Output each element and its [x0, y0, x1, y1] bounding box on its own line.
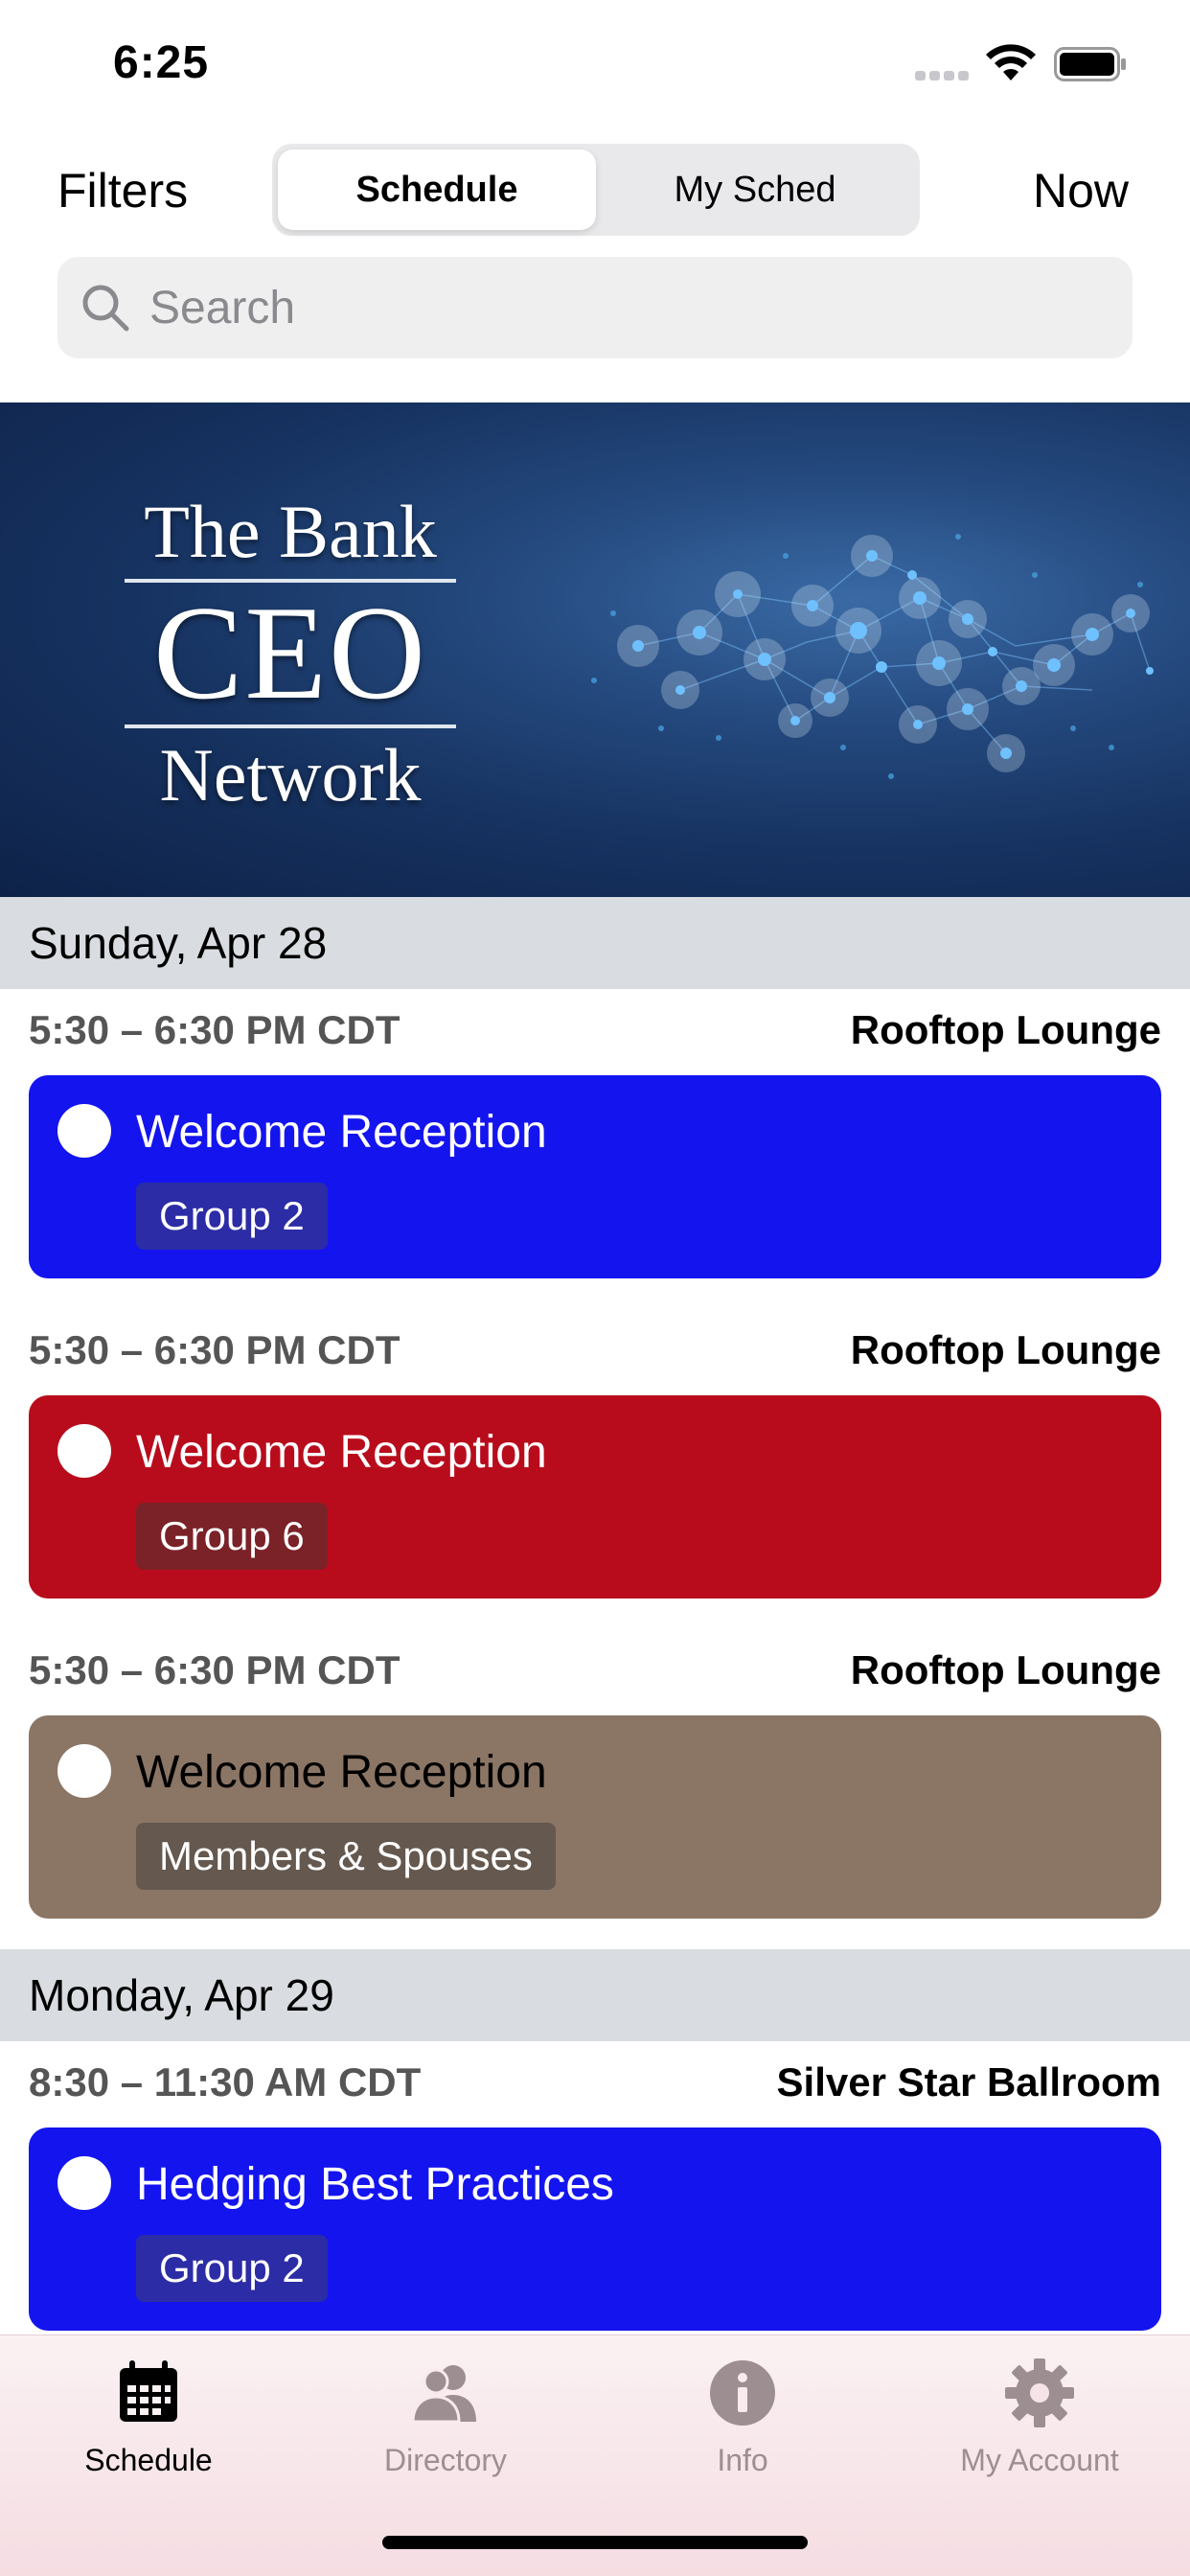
event-time: 8:30 – 11:30 AM CDT — [29, 2059, 422, 2104]
home-indicator[interactable] — [382, 2536, 808, 2549]
event-card[interactable]: Hedging Best Practices Group 2 — [29, 2128, 1161, 2331]
gear-icon — [1005, 2358, 1074, 2427]
event-card[interactable]: Welcome Reception Group 2 — [29, 1075, 1161, 1278]
event-room: Rooftop Lounge — [850, 1007, 1161, 1052]
people-icon — [411, 2365, 476, 2424]
event-title: Welcome Reception — [136, 1747, 547, 1798]
search-placeholder: Search — [149, 282, 296, 334]
event-card[interactable]: Welcome Reception Members & Spouses — [29, 1715, 1161, 1919]
day-header: Monday, Apr 29 — [0, 1949, 1190, 2041]
logo-line-bottom: Network — [159, 733, 422, 816]
event-room: Rooftop Lounge — [850, 1327, 1161, 1372]
network-graphic — [591, 534, 1154, 779]
tab-schedule[interactable]: Schedule — [0, 2357, 297, 2491]
battery-icon — [1054, 47, 1126, 81]
event-time: 5:30 – 6:30 PM CDT — [29, 1007, 400, 1052]
wifi-icon — [986, 44, 1036, 80]
event-time: 5:30 – 6:30 PM CDT — [29, 1647, 400, 1692]
schedule-list[interactable]: Sunday, Apr 28 5:30 – 6:30 PM CDT Roofto… — [0, 897, 1190, 2334]
segment-schedule[interactable]: Schedule — [278, 150, 596, 230]
event-group-tag: Group 2 — [136, 2235, 328, 2302]
event-time-row: 5:30 – 6:30 PM CDT Rooftop Lounge — [0, 1309, 1190, 1392]
add-to-schedule-toggle[interactable] — [57, 2156, 111, 2210]
event-banner: The Bank CEO Network — [0, 402, 1190, 897]
tab-label: Info — [717, 2443, 768, 2477]
search-icon — [82, 285, 129, 332]
event-time-row: 5:30 – 6:30 PM CDT Rooftop Lounge — [0, 1629, 1190, 1712]
status-time: 6:25 — [113, 37, 210, 88]
cellular-signal-icon — [915, 71, 971, 80]
event-time: 5:30 – 6:30 PM CDT — [29, 1327, 400, 1372]
search-input[interactable]: Search — [57, 257, 1133, 358]
event-title: Welcome Reception — [136, 1427, 547, 1478]
logo-line-top: The Bank — [144, 490, 437, 573]
tab-my-account[interactable]: My Account — [891, 2357, 1188, 2491]
segment-my-sched[interactable]: My Sched — [596, 150, 914, 230]
day-header: Sunday, Apr 28 — [0, 897, 1190, 989]
tab-label: My Account — [960, 2443, 1119, 2477]
tab-label: Schedule — [84, 2443, 213, 2477]
filters-button[interactable]: Filters — [57, 163, 188, 218]
tab-label: Directory — [383, 2443, 507, 2477]
event-title: Hedging Best Practices — [136, 2159, 614, 2210]
add-to-schedule-toggle[interactable] — [57, 1424, 111, 1478]
tab-directory[interactable]: Directory — [297, 2357, 594, 2491]
bank-ceo-network-logo: The Bank CEO Network — [125, 489, 456, 816]
event-card[interactable]: Welcome Reception Group 6 — [29, 1395, 1161, 1598]
event-group-tag: Members & Spouses — [136, 1823, 556, 1890]
event-time-row: 5:30 – 6:30 PM CDT Rooftop Lounge — [0, 989, 1190, 1071]
status-bar: 6:25 — [0, 0, 1190, 125]
event-room: Rooftop Lounge — [850, 1647, 1161, 1692]
schedule-segmented-control: Schedule My Sched — [272, 144, 920, 236]
info-icon — [710, 2360, 775, 2426]
calendar-icon — [120, 2360, 177, 2422]
event-room: Silver Star Ballroom — [776, 2059, 1161, 2104]
event-group-tag: Group 6 — [136, 1503, 328, 1570]
add-to-schedule-toggle[interactable] — [57, 1744, 111, 1798]
logo-line-middle: CEO — [153, 579, 427, 727]
event-group-tag: Group 2 — [136, 1183, 328, 1250]
add-to-schedule-toggle[interactable] — [57, 1104, 111, 1158]
event-title: Welcome Reception — [136, 1107, 547, 1158]
now-button[interactable]: Now — [1033, 163, 1129, 218]
header: Filters Schedule My Sched Now Search — [0, 125, 1190, 402]
tab-info[interactable]: Info — [594, 2357, 891, 2491]
event-time-row: 8:30 – 11:30 AM CDT Silver Star Ballroom — [0, 2041, 1190, 2124]
